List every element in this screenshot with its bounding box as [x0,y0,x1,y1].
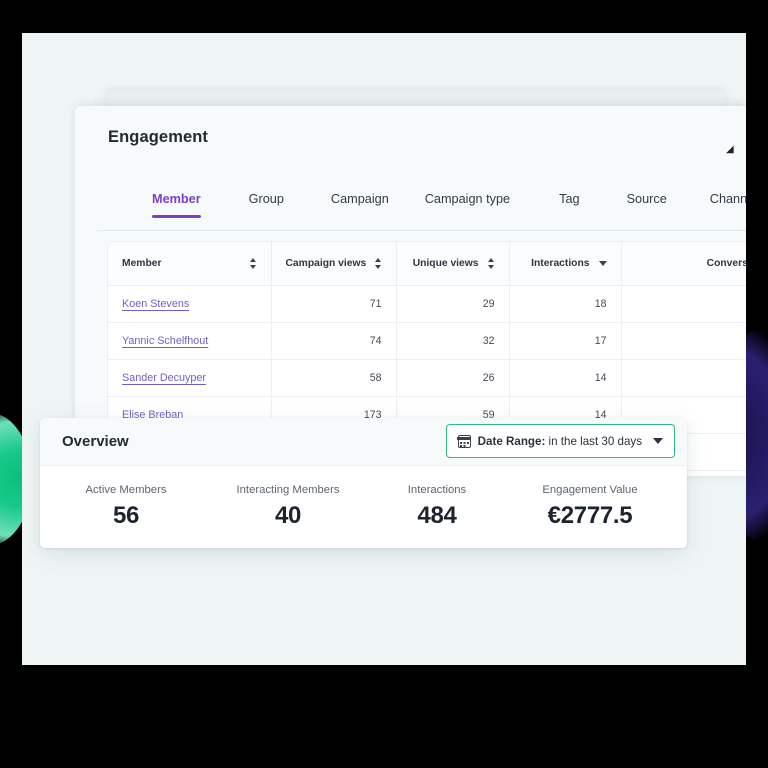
date-range-label: Date Range: [478,435,546,448]
cell-campaign-views: 74 [271,322,396,359]
app-canvas: Engagement ◢ Member Group Campaign Campa… [22,33,746,665]
overview-title: Overview [62,433,129,450]
calendar-icon [458,435,471,448]
sort-updown-icon[interactable] [488,258,495,269]
cell-interactions: 17 [509,322,621,359]
tab-bar-divider [97,230,746,231]
cell-conversion-rate: 42% [621,359,746,396]
table-row: Yannic Schelfhout 74 32 17 50% [108,322,746,359]
stat-active-members: Active Members 56 [40,484,212,530]
cell-member: Sander Decuyper [108,359,271,396]
cell-unique-views: 26 [396,359,509,396]
tab-channel[interactable]: Channel [710,192,746,218]
table-row: Koen Stevens 71 29 18 41% [108,285,746,322]
engagement-tab-bar: Member Group Campaign Campaign type Tag … [97,192,746,232]
sort-updown-icon[interactable] [250,258,257,269]
stat-value: 56 [40,502,212,530]
date-range-selector[interactable]: Date Range: in the last 30 days [446,424,675,458]
date-range-text: Date Range: in the last 30 days [478,435,642,448]
col-label: Interactions [531,258,589,269]
cell-interactions: 18 [509,285,621,322]
table-row: Sander Decuyper 58 26 14 42% [108,359,746,396]
table-header-row: Member Campaign views [108,242,746,285]
screenshot-stage: Engagement ◢ Member Group Campaign Campa… [0,0,768,768]
cell-interactions: 14 [509,359,621,396]
tab-campaign-type[interactable]: Campaign type [425,192,510,218]
tab-group[interactable]: Group [249,192,284,218]
stat-label: Interacting Members [212,484,364,496]
col-label: Member [122,258,161,269]
col-header-campaign-views[interactable]: Campaign views [271,242,396,285]
date-range-value: in the last 30 days [549,435,642,448]
overview-panel: Overview Date Range: in the last 30 days… [40,418,687,548]
col-label: Campaign views [286,258,367,269]
stat-value: €2777.5 [510,502,670,530]
tab-tag[interactable]: Tag [559,192,579,218]
col-label: Conversion Rate [707,258,746,269]
member-link[interactable]: Sander Decuyper [122,372,206,384]
stat-label: Active Members [40,484,212,496]
stat-label: Interactions [364,484,510,496]
cell-member: Koen Stevens [108,285,271,322]
stat-engagement-value: Engagement Value €2777.5 [510,484,670,530]
col-header-interactions[interactable]: Interactions [509,242,621,285]
member-link[interactable]: Koen Stevens [122,298,189,310]
chevron-down-icon[interactable] [653,438,663,444]
cell-member: Yannic Schelfhout [108,322,271,359]
cell-unique-views: 32 [396,322,509,359]
stat-interacting-members: Interacting Members 40 [212,484,364,530]
sort-updown-icon[interactable] [375,258,381,269]
tab-member[interactable]: Member [152,192,201,218]
col-header-unique-views[interactable]: Unique views [396,242,509,285]
col-label: Unique views [413,258,479,269]
chevron-down-icon[interactable] [599,261,607,266]
overview-header: Overview Date Range: in the last 30 days [40,418,687,466]
cell-campaign-views: 58 [271,359,396,396]
stat-value: 40 [212,502,364,530]
cell-campaign-views: 71 [271,285,396,322]
cell-unique-views: 29 [396,285,509,322]
stat-interactions: Interactions 484 [364,484,510,530]
col-header-member[interactable]: Member [108,242,271,285]
col-header-conversion-rate[interactable]: Conversion Rate [621,242,746,285]
tab-campaign[interactable]: Campaign [331,192,389,218]
page-title: Engagement [108,128,208,147]
collapse-icon[interactable]: ◢ [726,146,735,153]
cell-conversion-rate: 50% [621,322,746,359]
stat-value: 484 [364,502,510,530]
cell-conversion-rate: 41% [621,285,746,322]
stat-label: Engagement Value [510,484,670,496]
member-link[interactable]: Yannic Schelfhout [122,335,208,347]
tab-source[interactable]: Source [627,192,667,218]
overview-stats: Active Members 56 Interacting Members 40… [40,466,687,530]
